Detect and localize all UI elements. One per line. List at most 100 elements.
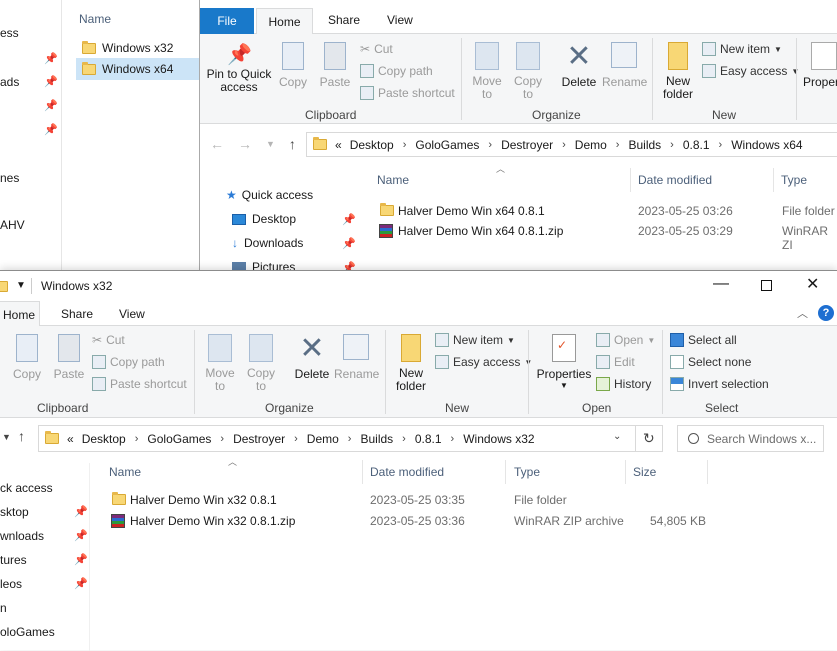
copy-to-button[interactable]: Copy to	[511, 42, 545, 101]
tab-view[interactable]: View	[119, 307, 145, 321]
new-folder-button[interactable]: New folder	[658, 42, 698, 101]
column-type[interactable]: Type	[514, 465, 540, 479]
nav-downloads[interactable]: ↓ Downloads 📌	[232, 236, 356, 250]
history-button[interactable]: History	[596, 373, 655, 395]
table-row[interactable]: Halver Demo Win x32 0.8.1 2023-05-25 03:…	[109, 491, 709, 511]
breadcrumb-item[interactable]: 0.8.1	[415, 432, 442, 446]
paste-shortcut-button[interactable]: Paste shortcut	[360, 82, 455, 104]
copy-path-button[interactable]: Copy path	[360, 60, 455, 82]
address-bar[interactable]: « Desktop › GoloGames › Destroyer › Demo › B…	[306, 132, 837, 157]
move-to-button[interactable]: Move to	[470, 42, 504, 101]
breadcrumb-item[interactable]: Windows x32	[463, 432, 534, 446]
delete-button[interactable]: ✕ Delete	[560, 42, 598, 90]
select-all-button[interactable]: Select all	[670, 329, 769, 351]
column-name[interactable]: Name	[377, 173, 409, 187]
address-dropdown-icon[interactable]: ⌄	[613, 431, 621, 442]
minimize-icon[interactable]: —	[713, 275, 729, 293]
tab-home[interactable]: Home	[256, 8, 313, 35]
delete-button[interactable]: ✕ Delete	[293, 334, 331, 382]
quick-access-toolbar-dropdown-icon[interactable]: ▼	[16, 280, 26, 291]
new-item-button[interactable]: New item ▼	[435, 329, 532, 351]
column-name[interactable]: Name	[109, 465, 141, 479]
collapse-ribbon-icon[interactable]: ︿	[797, 305, 808, 321]
nav-item-partial[interactable]: ess	[0, 26, 19, 40]
edit-button[interactable]: Edit	[596, 351, 655, 373]
forward-arrow-icon[interactable]: →	[238, 136, 252, 152]
table-row[interactable]: Halver Demo Win x64 0.8.1.zip 2023-05-25…	[377, 222, 837, 252]
breadcrumb-item[interactable]: GoloGames	[147, 432, 211, 446]
properties-button[interactable]: Proper	[803, 42, 837, 89]
nav-item-partial[interactable]: ads	[0, 75, 19, 89]
nav-videos[interactable]: leos	[0, 577, 22, 591]
nav-quick-access[interactable]: ck access	[0, 481, 53, 495]
copy-button[interactable]: Copy	[278, 42, 308, 89]
nav-item-partial[interactable]: n	[0, 601, 7, 615]
back-arrow-icon[interactable]: ←	[210, 136, 224, 152]
open-button[interactable]: Open ▼	[596, 329, 655, 351]
column-type[interactable]: Type	[781, 173, 807, 187]
help-icon[interactable]: ?	[818, 305, 834, 321]
close-icon[interactable]: ✕	[806, 274, 819, 294]
recent-dropdown-icon[interactable]: ▼	[266, 139, 275, 152]
table-row[interactable]: Halver Demo Win x64 0.8.1 2023-05-25 03:…	[377, 202, 837, 222]
rename-button[interactable]: Rename	[334, 334, 379, 381]
nav-item-partial[interactable]: AHV	[0, 218, 25, 232]
nav-desktop[interactable]: sktop	[0, 505, 29, 519]
breadcrumb-item[interactable]: Builds	[360, 432, 393, 446]
breadcrumb-item[interactable]: Destroyer	[233, 432, 285, 446]
breadcrumb-item[interactable]: Destroyer	[501, 138, 553, 152]
nav-downloads[interactable]: wnloads	[0, 529, 44, 543]
breadcrumb-item[interactable]: Desktop	[82, 432, 126, 446]
new-folder-button[interactable]: New folder	[391, 334, 431, 393]
nav-desktop[interactable]: Desktop 📌	[232, 212, 356, 226]
breadcrumb-item[interactable]: Demo	[575, 138, 607, 152]
tab-file[interactable]: File	[200, 8, 254, 34]
breadcrumb-item[interactable]: GoloGames	[415, 138, 479, 152]
tab-share[interactable]: Share	[61, 307, 93, 321]
tab-view[interactable]: View	[387, 13, 413, 27]
easy-access-button[interactable]: Easy access▼	[702, 60, 799, 82]
cut-button[interactable]: ✂ Cut	[360, 38, 455, 60]
easy-access-button[interactable]: Easy access▼	[435, 351, 532, 373]
nav-gologames[interactable]: oloGames	[0, 625, 55, 639]
select-none-button[interactable]: Select none	[670, 351, 769, 373]
nav-quick-access[interactable]: ★ Quick access	[226, 188, 313, 202]
breadcrumb-item[interactable]: Demo	[307, 432, 339, 446]
properties-button[interactable]: ✓ Properties ▼	[536, 334, 592, 390]
nav-pictures[interactable]: tures	[0, 553, 27, 567]
tab-home[interactable]: Home	[0, 301, 40, 327]
breadcrumb-item[interactable]: 0.8.1	[683, 138, 710, 152]
recent-locations-dropdown-icon[interactable]: ▼	[2, 432, 11, 442]
folder-list-header[interactable]: Name	[79, 12, 111, 26]
table-row[interactable]: Halver Demo Win x32 0.8.1.zip 2023-05-25…	[109, 512, 709, 532]
copy-path-button[interactable]: Copy path	[92, 351, 187, 373]
tab-share[interactable]: Share	[328, 13, 360, 27]
cut-button[interactable]: ✂ Cut	[92, 329, 187, 351]
invert-selection-button[interactable]: Invert selection	[670, 373, 769, 395]
breadcrumb-item[interactable]: Windows x64	[731, 138, 802, 152]
address-bar[interactable]: « Desktop › GoloGames › Destroyer › Demo › B…	[38, 425, 663, 452]
column-date-modified[interactable]: Date modified	[638, 173, 712, 187]
rename-button[interactable]: Rename	[602, 42, 647, 89]
folder-list-item-selected[interactable]: Windows x64	[76, 58, 199, 80]
up-arrow-icon[interactable]: ↑	[18, 428, 25, 444]
search-box[interactable]: Search Windows x...	[677, 425, 824, 452]
up-arrow-icon[interactable]: ↑	[289, 136, 296, 152]
new-item-button[interactable]: New item ▼	[702, 38, 799, 60]
copy-button[interactable]: Copy	[12, 334, 42, 381]
refresh-icon[interactable]: ↻	[643, 430, 655, 447]
breadcrumb-item[interactable]: Builds	[628, 138, 661, 152]
paste-shortcut-button[interactable]: Paste shortcut	[92, 373, 187, 395]
paste-button[interactable]: Paste	[318, 42, 352, 89]
column-date-modified[interactable]: Date modified	[370, 465, 444, 479]
invert-selection-icon	[670, 377, 684, 391]
pin-to-quick-access-button[interactable]: 📌 Pin to Quick access	[206, 42, 272, 94]
copy-to-button[interactable]: Copy to	[244, 334, 278, 393]
nav-item-partial[interactable]: nes	[0, 171, 19, 185]
paste-button[interactable]: Paste	[52, 334, 86, 381]
folder-list-item[interactable]: Windows x32	[76, 38, 199, 58]
maximize-icon[interactable]	[761, 280, 772, 291]
column-size[interactable]: Size	[633, 465, 656, 479]
breadcrumb-item[interactable]: Desktop	[350, 138, 394, 152]
move-to-button[interactable]: Move to	[203, 334, 237, 393]
